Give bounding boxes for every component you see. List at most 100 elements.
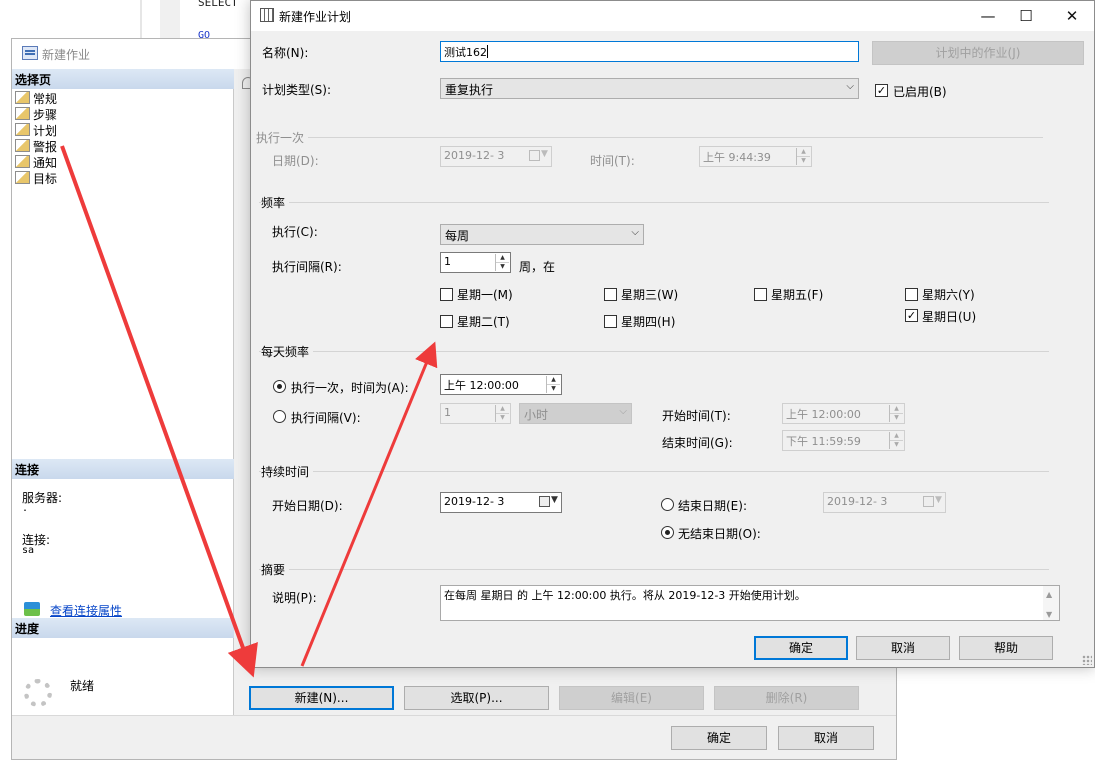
daily-section-title: 每天频率 — [261, 343, 314, 360]
editor-gutter — [160, 0, 180, 40]
new-schedule-button[interactable]: 新建(N)... — [249, 686, 394, 710]
scroll-down-icon: ▼ — [1046, 610, 1053, 619]
view-connection-properties-link[interactable]: 查看连接属性 — [50, 602, 122, 619]
tuesday-label: 星期二(T) — [457, 315, 510, 329]
job-dialog-title: 新建作业 — [42, 48, 91, 62]
page-wrench-icon — [15, 155, 30, 168]
minimize-button[interactable]: — — [971, 5, 1005, 27]
name-input[interactable]: 测试162 — [440, 41, 859, 62]
no-end-date-radio[interactable] — [661, 526, 674, 539]
page-item-targets[interactable]: 目标 — [15, 170, 57, 186]
maximize-button[interactable]: ☐ — [1009, 5, 1043, 27]
saturday-checkbox[interactable] — [905, 288, 918, 301]
wednesday-checkbox[interactable] — [604, 288, 617, 301]
once-separator — [259, 137, 1043, 138]
tuesday-checkbox[interactable] — [440, 315, 453, 328]
summary-section-title: 摘要 — [261, 561, 290, 578]
daily-every-unit-select[interactable]: 小时 ⌵ — [519, 403, 632, 424]
job-dialog-left-pane: 选择页 常规 步骤 计划 警报 通知 目标 连接 服务器: . 连接: sa 查… — [12, 69, 234, 715]
page-wrench-icon — [15, 139, 30, 152]
daily-every-radio[interactable] — [273, 410, 286, 423]
page-item-label: 计划 — [33, 124, 58, 138]
enabled-checkbox[interactable]: ✓ — [875, 84, 888, 97]
start-time-input[interactable]: 上午 12:00:00 ▲ ▼ — [782, 403, 905, 424]
select-page-header: 选择页 — [12, 69, 234, 89]
page-item-general[interactable]: 常规 — [15, 90, 57, 106]
server-value: . — [22, 503, 29, 514]
job-ok-button[interactable]: 确定 — [671, 726, 767, 750]
end-time-label: 结束时间(G): — [662, 436, 733, 450]
page-item-label: 警报 — [33, 140, 58, 154]
calendar-dropdown-icon: ▼ — [923, 495, 943, 510]
jobs-in-schedule-button[interactable]: 计划中的作业(J) — [872, 41, 1084, 65]
resize-grip[interactable] — [1082, 655, 1092, 665]
page-item-label: 通知 — [33, 156, 58, 170]
thursday-label: 星期四(H) — [621, 315, 676, 329]
schedule-type-select[interactable]: 重复执行 ⌵ — [440, 78, 859, 99]
page-item-steps[interactable]: 步骤 — [15, 106, 57, 122]
connection-header: 连接 — [12, 459, 234, 479]
page-item-notifications[interactable]: 通知 — [15, 154, 57, 170]
end-time-input[interactable]: 下午 11:59:59 ▲ ▼ — [782, 430, 905, 451]
spinner-icon: ▲ ▼ — [495, 254, 509, 271]
schedule-type-value: 重复执行 — [445, 83, 494, 97]
progress-header: 进度 — [12, 618, 234, 638]
description-scrollbar[interactable]: ▲ ▼ — [1043, 586, 1059, 620]
connection-properties-icon — [24, 602, 40, 616]
page-item-schedules[interactable]: 计划 — [15, 122, 57, 138]
recurs-every-value: 1 — [444, 255, 451, 268]
page-item-label: 常规 — [33, 92, 58, 106]
once-time-value: 上午 9:44:39 — [703, 151, 771, 164]
schedule-type-label: 计划类型(S): — [262, 83, 332, 97]
end-date-radio[interactable] — [661, 498, 674, 511]
occurs-select[interactable]: 每周 ⌵ — [440, 224, 644, 245]
description-text: 在每周 星期日 的 上午 12:00:00 执行。将从 2019-12-3 开始… — [444, 589, 806, 602]
background-query-editor: SELECT GO — [0, 0, 250, 41]
enabled-label: 已启用(B) — [893, 85, 947, 99]
daily-once-time-input[interactable]: 上午 12:00:00 ▲ ▼ — [440, 374, 562, 395]
page-item-label: 目标 — [33, 172, 58, 186]
daily-every-label: 执行间隔(V): — [291, 411, 361, 425]
calendar-dropdown-icon: ▼ — [539, 495, 559, 510]
daily-every-input[interactable]: 1 ▲ ▼ — [440, 403, 511, 424]
spinner-icon: ▲ ▼ — [889, 432, 903, 449]
recurs-every-input[interactable]: 1 ▲ ▼ — [440, 252, 511, 273]
once-date-picker[interactable]: 2019-12- 3 ▼ — [440, 146, 552, 167]
page-wrench-icon — [15, 107, 30, 120]
schedule-ok-button[interactable]: 确定 — [754, 636, 848, 660]
description-textarea[interactable]: 在每周 星期日 的 上午 12:00:00 执行。将从 2019-12-3 开始… — [440, 585, 1060, 621]
start-time-label: 开始时间(T): — [662, 409, 731, 423]
schedule-help-button[interactable]: 帮助 — [959, 636, 1053, 660]
start-date-picker[interactable]: 2019-12- 3 ▼ — [440, 492, 562, 513]
chevron-down-icon: ⌵ — [846, 81, 854, 92]
once-date-label: 日期(D): — [272, 154, 319, 168]
duration-section-title: 持续时间 — [261, 463, 314, 480]
schedule-cancel-button[interactable]: 取消 — [856, 636, 950, 660]
editor-divider — [140, 0, 142, 40]
editor-sql-text: SELECT — [198, 0, 238, 9]
daily-once-radio[interactable] — [273, 380, 286, 393]
monday-checkbox[interactable] — [440, 288, 453, 301]
thursday-checkbox[interactable] — [604, 315, 617, 328]
end-date-picker[interactable]: 2019-12- 3 ▼ — [823, 492, 946, 513]
job-dialog-footer: 确定 取消 — [12, 715, 896, 759]
page-item-alerts[interactable]: 警报 — [15, 138, 57, 154]
daily-once-label: 执行一次，时间为(A): — [291, 381, 409, 395]
calendar-icon — [260, 8, 274, 22]
edit-schedule-button[interactable]: 编辑(E) — [559, 686, 704, 710]
once-section-title: 执行一次 — [256, 129, 309, 146]
progress-spinner-icon — [24, 679, 52, 707]
once-time-input[interactable]: 上午 9:44:39 ▲ ▼ — [699, 146, 812, 167]
sunday-checkbox[interactable]: ✓ — [905, 309, 918, 322]
delete-schedule-button[interactable]: 删除(R) — [714, 686, 859, 710]
end-date-label: 结束日期(E): — [678, 499, 747, 513]
once-time-label: 时间(T): — [590, 154, 635, 168]
page-wrench-icon — [15, 91, 30, 104]
page-item-label: 步骤 — [33, 108, 58, 122]
recurs-every-label: 执行间隔(R): — [272, 260, 342, 274]
close-button[interactable]: ✕ — [1055, 5, 1089, 27]
friday-checkbox[interactable] — [754, 288, 767, 301]
pick-schedule-button[interactable]: 选取(P)... — [404, 686, 549, 710]
job-cancel-button[interactable]: 取消 — [778, 726, 874, 750]
spinner-icon: ▲ ▼ — [495, 405, 509, 422]
